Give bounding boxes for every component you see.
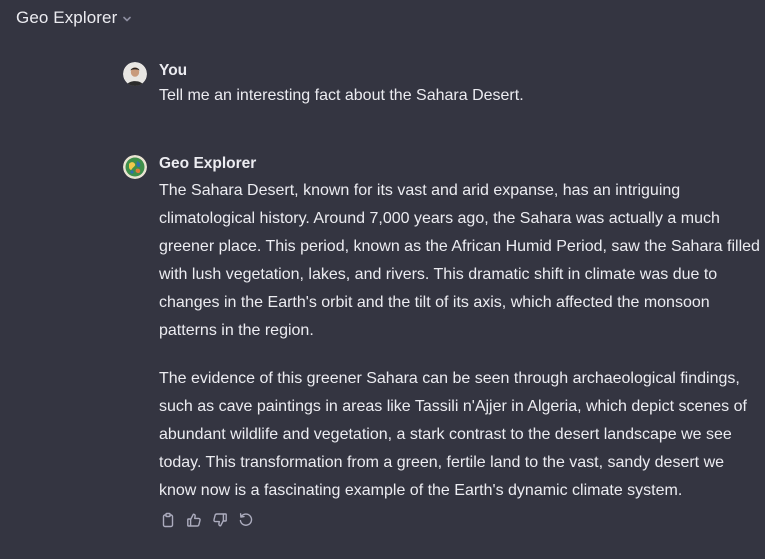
thumbs-up-icon[interactable]	[185, 511, 203, 529]
regenerate-icon[interactable]	[237, 511, 255, 529]
text-line: climatological history. Around 7,000 yea…	[159, 210, 720, 227]
chat-window: Geo Explorer You Tell me an interesting …	[0, 0, 765, 559]
user-message: You Tell me an interesting fact about th…	[123, 62, 765, 112]
chevron-down-icon	[121, 13, 133, 25]
top-bar: Geo Explorer	[0, 0, 765, 36]
text-line: The evidence of this greener Sahara can …	[159, 370, 740, 387]
text-line: changes in the Earth's orbit and the til…	[159, 294, 710, 311]
assistant-paragraph-1: The Sahara Desert, known for its vast an…	[159, 177, 760, 345]
text-line: The Sahara Desert, known for its vast an…	[159, 182, 681, 199]
text-line: abundant wildlife and vegetation, a star…	[159, 426, 732, 443]
text-line: patterns in the region.	[159, 322, 314, 339]
copy-icon[interactable]	[159, 511, 177, 529]
assistant-author-name: Geo Explorer	[159, 155, 257, 172]
message-actions	[159, 511, 255, 529]
text-line: today. This transformation from a green,…	[159, 454, 725, 471]
thumbs-down-icon[interactable]	[211, 511, 229, 529]
text-line: with lush vegetation, lakes, and rivers.…	[159, 266, 718, 283]
gpt-title: Geo Explorer	[16, 8, 118, 27]
user-avatar	[123, 62, 147, 86]
user-author-name: You	[159, 62, 188, 79]
text-line: know now is a fascinating example of the…	[159, 482, 683, 499]
user-message-text: Tell me an interesting fact about the Sa…	[159, 87, 524, 104]
assistant-paragraph-2: The evidence of this greener Sahara can …	[159, 365, 759, 505]
text-line: greener place. This period, known as the…	[159, 238, 760, 255]
text-line: such as cave paintings in areas like Tas…	[159, 398, 747, 415]
geo-explorer-avatar	[123, 155, 147, 179]
model-selector[interactable]: Geo Explorer	[16, 8, 133, 28]
assistant-message: Geo Explorer The Sahara Desert, known fo…	[123, 155, 765, 545]
